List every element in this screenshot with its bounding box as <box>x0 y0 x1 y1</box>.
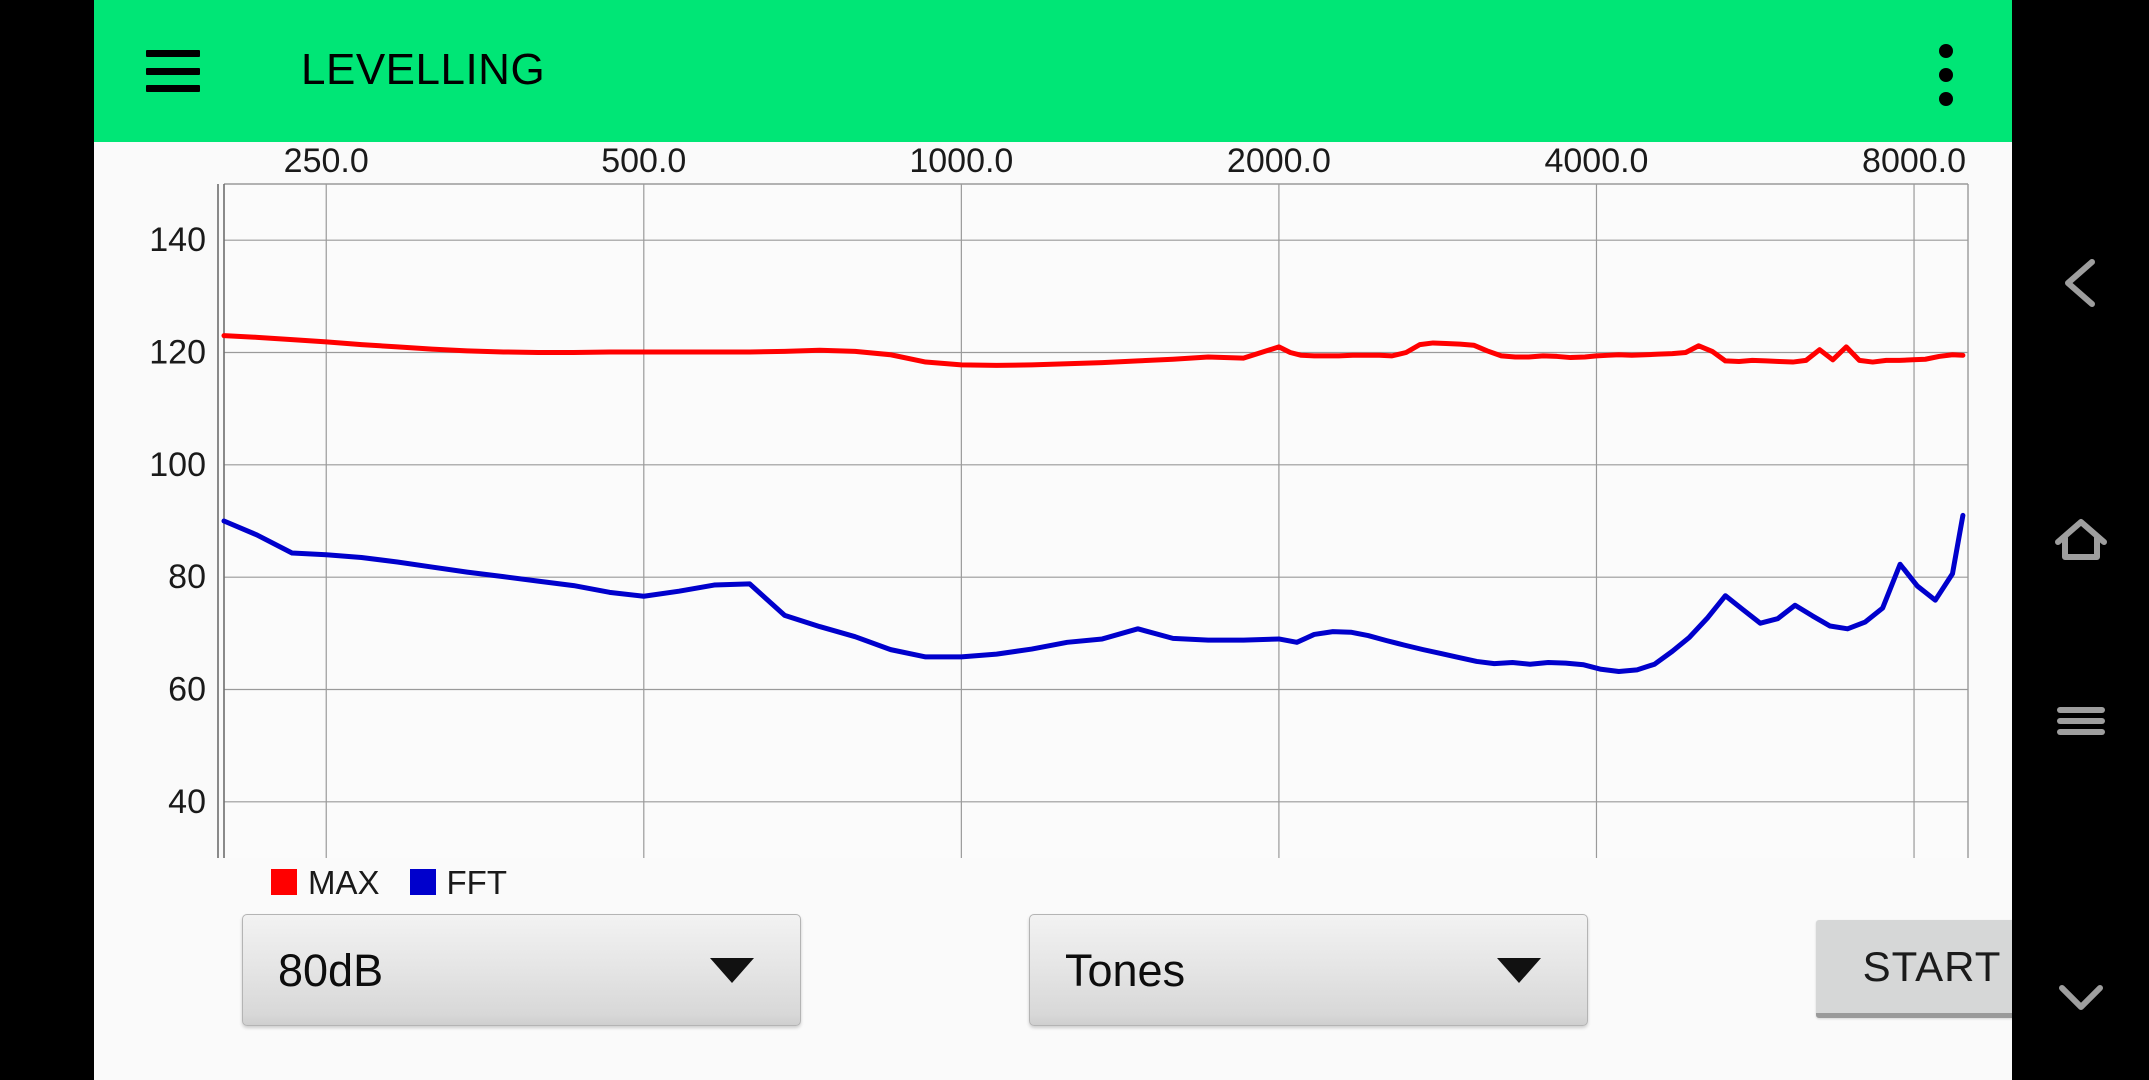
more-vertical-icon[interactable] <box>1938 44 1954 106</box>
y-axis-tick-label: 120 <box>149 334 206 372</box>
overflow-dot <box>1939 68 1953 82</box>
x-axis-tick-label: 500.0 <box>601 142 686 180</box>
app-screen: LEVELLING 140 120 100 80 60 40 250.0 500.0 1000.… <box>94 0 2012 1080</box>
chevron-left-glyph <box>2064 259 2095 307</box>
home-icon[interactable] <box>2046 505 2116 575</box>
mode-spinner-value: Tones <box>1065 944 1186 996</box>
chevron-down-icon[interactable] <box>2046 962 2116 1032</box>
hamburger-line <box>146 67 200 75</box>
level-spinner[interactable]: 80dB <box>242 914 801 1026</box>
x-axis-tick-label: 250.0 <box>284 142 369 180</box>
device-bezel-left <box>0 0 94 1080</box>
x-axis-tick-label: 8000.0 <box>1862 142 1966 180</box>
x-axis-tick-label: 1000.0 <box>909 142 1013 180</box>
overflow-dot <box>1939 92 1953 106</box>
legend-item-max: MAX <box>271 866 380 899</box>
legend-label-max: MAX <box>308 863 380 901</box>
chevron-left-icon[interactable] <box>2046 248 2116 318</box>
legend-swatch-max <box>271 869 297 895</box>
spectrum-chart[interactable]: 140 120 100 80 60 40 250.0 500.0 1000.0 2000.0 400… <box>94 142 2012 902</box>
legend-swatch-fft <box>409 869 436 895</box>
android-navigation-bar <box>2012 0 2149 1080</box>
legend-label-fft: FFT <box>446 863 507 901</box>
menu-lines-glyph <box>2056 707 2105 735</box>
chart-legend: MAX FFT <box>271 865 537 899</box>
home-glyph <box>2054 519 2107 560</box>
controls-bar: 80dB Tones START <box>94 902 2012 1080</box>
chevron-down-glyph <box>2058 985 2103 1010</box>
phone-screenshot: LEVELLING 140 120 100 80 60 40 250.0 500.0 1000.… <box>0 0 2149 1080</box>
overflow-dot <box>1939 44 1953 58</box>
x-axis-tick-label: 2000.0 <box>1227 142 1331 180</box>
y-axis-tick-label: 40 <box>168 783 206 821</box>
page-title: LEVELLING <box>301 45 546 94</box>
y-axis-tick-label: 80 <box>168 558 206 596</box>
hamburger-line <box>146 85 200 92</box>
start-button[interactable]: START <box>1816 920 2012 1018</box>
x-axis-tick-label: 4000.0 <box>1544 142 1648 180</box>
plot-background <box>224 184 1968 858</box>
hamburger-menu-icon[interactable] <box>146 50 200 92</box>
hamburger-line <box>146 50 200 57</box>
chevron-down-icon <box>710 957 754 983</box>
mode-spinner[interactable]: Tones <box>1029 914 1588 1026</box>
legend-item-fft: FFT <box>409 863 507 901</box>
chevron-down-icon <box>1497 957 1541 983</box>
app-bar: LEVELLING <box>94 0 2012 142</box>
chart-canvas[interactable]: 140 120 100 80 60 40 250.0 500.0 1000.0 2000.0 400… <box>94 142 2012 902</box>
level-spinner-value: 80dB <box>278 944 384 996</box>
y-axis-tick-label: 140 <box>149 221 206 259</box>
menu-lines-icon[interactable] <box>2046 686 2116 756</box>
y-axis-tick-label: 100 <box>149 446 206 484</box>
y-axis-tick-label: 60 <box>168 671 206 709</box>
